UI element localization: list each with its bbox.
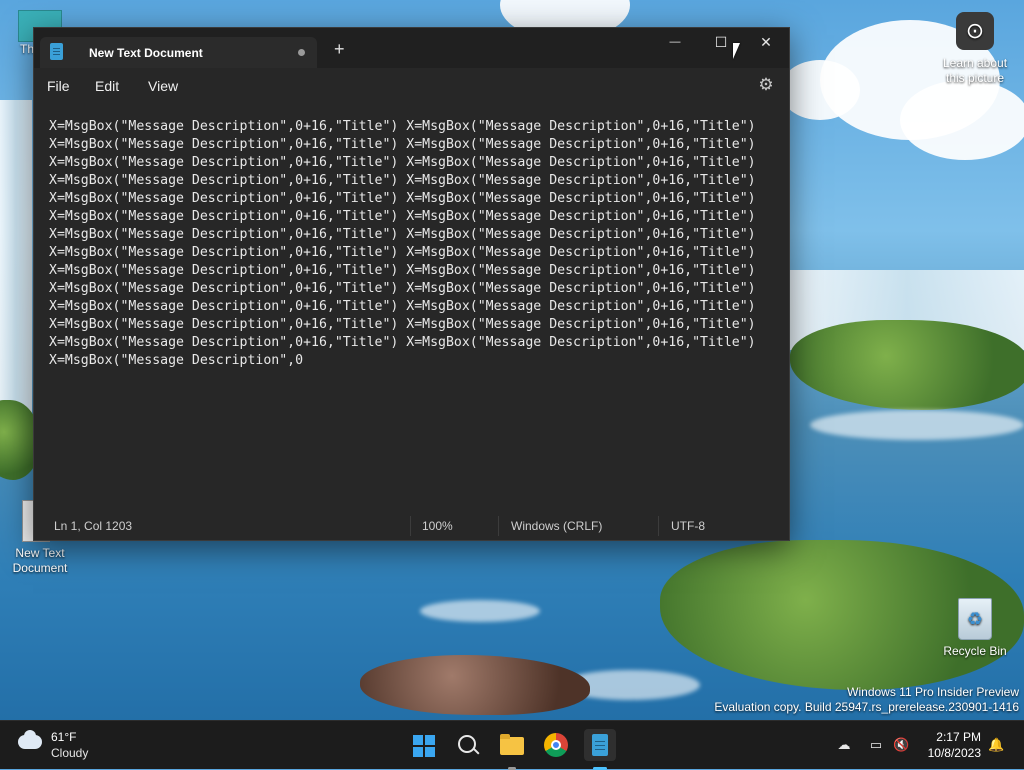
desktop-icon-recycle-bin[interactable]: ♻ Recycle Bin [935, 598, 1015, 659]
editor-line: X=MsgBox("Message Description",0+16,"Tit… [49, 227, 756, 242]
editor-line: X=MsgBox("Message Description",0+16,"Tit… [49, 191, 756, 206]
editor-line: X=MsgBox("Message Description",0+16,"Tit… [49, 245, 756, 260]
tab-new-text-document[interactable]: New Text Document [40, 37, 317, 68]
new-tab-button[interactable]: + [334, 40, 345, 58]
weather-widget[interactable]: 61°F Cloudy [0, 721, 110, 769]
clock-time[interactable]: 2:17 PM [936, 730, 981, 744]
watermark-line-1: Windows 11 Pro Insider Preview [847, 685, 1019, 699]
unsaved-indicator-icon[interactable] [298, 49, 305, 56]
water-foam [420, 600, 540, 622]
editor-line: X=MsgBox("Message Description",0+16,"Tit… [49, 119, 756, 134]
editor-line: X=MsgBox("Message Description",0+16,"Tit… [49, 155, 756, 170]
menu-file[interactable]: File [47, 78, 70, 94]
build-watermark: Windows 11 Pro Insider Preview Evaluatio… [714, 685, 1019, 715]
rock [360, 655, 590, 715]
file-explorer-icon[interactable] [496, 729, 528, 770]
desktop-icon-label: Recycle Bin [943, 644, 1007, 658]
gear-icon[interactable]: ⚙ [757, 76, 775, 94]
close-button[interactable]: ✕ [743, 28, 789, 58]
status-divider [410, 516, 411, 536]
desktop-icon-label: New Text Document [12, 546, 68, 575]
vegetation [790, 320, 1024, 410]
recycle-bin-icon: ♻ [958, 598, 992, 640]
editor-line: X=MsgBox("Message Description",0+16,"Tit… [49, 317, 756, 332]
cloud [780, 60, 860, 120]
status-divider [498, 516, 499, 536]
editor-line: X=MsgBox("Message Description",0+16,"Tit… [49, 299, 756, 314]
taskbar: 61°F Cloudy ☁ ▭ 🔇 2:17 PM 10/8/2023 🔔 [0, 720, 1024, 770]
editor-line: X=MsgBox("Message Description",0+16,"Tit… [49, 173, 756, 188]
line-ending[interactable]: Windows (CRLF) [511, 519, 602, 533]
notepad-window[interactable]: New Text Document + — ☐ ✕ File Edit View… [33, 27, 790, 541]
menu-edit[interactable]: Edit [95, 78, 119, 94]
weather-description: Cloudy [51, 746, 89, 760]
mouse-cursor-icon [733, 43, 740, 59]
tab-title: New Text Document [89, 46, 203, 60]
notepad-taskbar-icon[interactable] [584, 729, 616, 770]
desktop-icon-learn-about-picture[interactable]: ⊙ Learn about this picture [935, 12, 1015, 86]
notepad-icon [50, 43, 63, 60]
cursor-position: Ln 1, Col 1203 [54, 519, 133, 533]
editor-line: X=MsgBox("Message Description",0+16,"Tit… [49, 209, 756, 224]
zoom-level[interactable]: 100% [422, 519, 453, 533]
menu-bar: File Edit View ⚙ [34, 68, 789, 104]
editor-line: X=MsgBox("Message Description",0+16,"Tit… [49, 335, 756, 350]
cloud [900, 80, 1024, 160]
camera-icon: ⊙ [956, 12, 994, 50]
network-icon[interactable]: ▭ [868, 737, 884, 753]
minimize-button[interactable]: — [652, 28, 698, 58]
editor-line: X=MsgBox("Message Description",0+16,"Tit… [49, 281, 756, 296]
start-icon[interactable] [408, 729, 440, 761]
water-foam [810, 410, 1024, 440]
waterfall [0, 100, 32, 420]
search-icon[interactable] [452, 729, 484, 761]
volume-muted-icon[interactable]: 🔇 [893, 737, 909, 753]
editor-line: X=MsgBox("Message Description",0 [49, 353, 304, 368]
menu-view[interactable]: View [148, 78, 178, 94]
onedrive-icon[interactable]: ☁ [836, 737, 852, 753]
status-bar: Ln 1, Col 1203 100% Windows (CRLF) UTF-8 [34, 512, 789, 540]
desktop-icon-label: Learn about this picture [942, 56, 1008, 85]
editor-line: X=MsgBox("Message Description",0+16,"Tit… [49, 137, 756, 152]
encoding[interactable]: UTF-8 [671, 519, 705, 533]
weather-temperature: 61°F [51, 730, 77, 744]
notification-bell-icon[interactable]: 🔔 [988, 737, 1004, 753]
status-divider [658, 516, 659, 536]
chrome-icon[interactable] [540, 729, 572, 761]
editor-line: X=MsgBox("Message Description",0+16,"Tit… [49, 263, 756, 278]
clock-date[interactable]: 10/8/2023 [928, 746, 981, 760]
text-editor[interactable]: X=MsgBox("Message Description",0+16,"Tit… [49, 118, 779, 508]
cloud-icon-puff [24, 730, 36, 742]
watermark-line-2: Evaluation copy. Build 25947.rs_prerelea… [714, 700, 1019, 714]
title-bar[interactable]: New Text Document + — ☐ ✕ [34, 28, 789, 68]
